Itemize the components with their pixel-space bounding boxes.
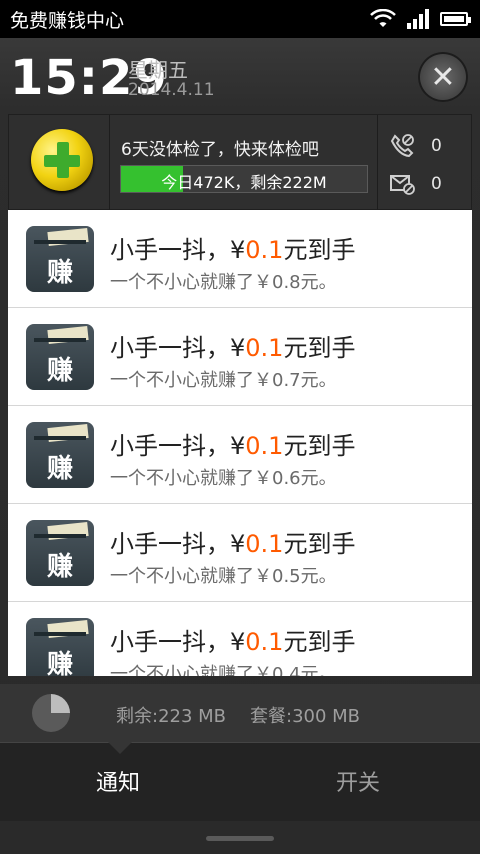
battery-icon: [440, 12, 471, 26]
wallet-earn-icon: 赚: [26, 226, 94, 292]
wallet-earn-icon: 赚: [26, 422, 94, 488]
notification-title: 小手一抖，¥0.1元到手: [110, 236, 356, 264]
notification-item[interactable]: 赚 小手一抖，¥0.1元到手 一个不小心就赚了￥0.7元。: [8, 308, 472, 406]
blocked-sms-icon: [390, 175, 415, 195]
reward-amount: 0.1: [245, 628, 284, 656]
blocked-calls-count: 0: [431, 136, 442, 156]
wallet-earn-icon: 赚: [26, 520, 94, 586]
notification-subtitle: 一个不小心就赚了￥0.6元。: [110, 468, 337, 489]
security-logo-icon: [31, 129, 93, 191]
signal-icon: [407, 9, 429, 29]
date-label: 2014.4.11: [128, 80, 215, 100]
status-icons: [370, 9, 471, 29]
notification-item[interactable]: 赚 小手一抖，¥0.1元到手 一个不小心就赚了￥0.6元。: [8, 406, 472, 504]
data-remaining: 剩余:223 MB: [116, 706, 227, 727]
blocked-calls[interactable]: 0: [389, 133, 442, 159]
blocked-sms-count: 0: [431, 174, 442, 194]
notification-subtitle: 一个不小心就赚了￥0.7元。: [110, 370, 337, 391]
notification-item[interactable]: 赚 小手一抖，¥0.1元到手 一个不小心就赚了￥0.4元。: [8, 602, 472, 676]
blocked-call-icon: [390, 134, 414, 158]
notification-title: 小手一抖，¥0.1元到手: [110, 432, 356, 460]
reward-amount: 0.1: [245, 432, 284, 460]
close-icon[interactable]: ✕: [418, 52, 468, 102]
notification-subtitle: 一个不小心就赚了￥0.5元。: [110, 566, 337, 587]
notification-title: 小手一抖，¥0.1元到手: [110, 628, 356, 656]
data-usage-bar[interactable]: 剩余:223 MB 套餐:300 MB: [0, 684, 480, 742]
notification-list: 赚 小手一抖，¥0.1元到手 一个不小心就赚了￥0.8元。 赚 小手一抖，¥0.…: [8, 210, 472, 676]
notification-subtitle: 一个不小心就赚了￥0.4元。: [110, 664, 337, 676]
tab-toggles[interactable]: 开关: [336, 765, 380, 797]
reward-amount: 0.1: [245, 530, 284, 558]
notification-item[interactable]: 赚 小手一抖，¥0.1元到手 一个不小心就赚了￥0.8元。: [8, 210, 472, 308]
traffic-label: 今日472K，剩余222M: [161, 173, 327, 192]
reward-amount: 0.1: [245, 236, 284, 264]
reward-amount: 0.1: [245, 334, 284, 362]
drag-handle[interactable]: [206, 836, 274, 841]
wifi-icon: [370, 9, 396, 27]
data-usage-pie-icon: [32, 694, 70, 732]
status-app-title: 免费赚钱中心: [10, 9, 125, 32]
notification-shade: 15:29 星期五 2014.4.11 ✕ 6天没体检了，快来体检吧 今日472…: [0, 38, 480, 854]
checkup-reminder[interactable]: 6天没体检了，快来体检吧: [121, 135, 319, 160]
shade-tabs: 通知 开关: [0, 742, 480, 821]
status-bar: 免费赚钱中心: [0, 0, 480, 38]
security-card[interactable]: 6天没体检了，快来体检吧 今日472K，剩余222M 0 0: [8, 114, 472, 211]
data-plan: 套餐:300 MB: [250, 706, 361, 727]
notification-title: 小手一抖，¥0.1元到手: [110, 530, 356, 558]
tab-notifications[interactable]: 通知: [96, 765, 140, 797]
notification-subtitle: 一个不小心就赚了￥0.8元。: [110, 272, 337, 293]
traffic-progress: 今日472K，剩余222M: [120, 165, 368, 193]
wallet-earn-icon: 赚: [26, 618, 94, 676]
blocked-sms[interactable]: 0: [389, 171, 442, 197]
wallet-earn-icon: 赚: [26, 324, 94, 390]
notification-title: 小手一抖，¥0.1元到手: [110, 334, 356, 362]
tab-indicator: [108, 742, 132, 754]
weekday-label: 星期五: [128, 58, 188, 82]
notification-item[interactable]: 赚 小手一抖，¥0.1元到手 一个不小心就赚了￥0.5元。: [8, 504, 472, 602]
